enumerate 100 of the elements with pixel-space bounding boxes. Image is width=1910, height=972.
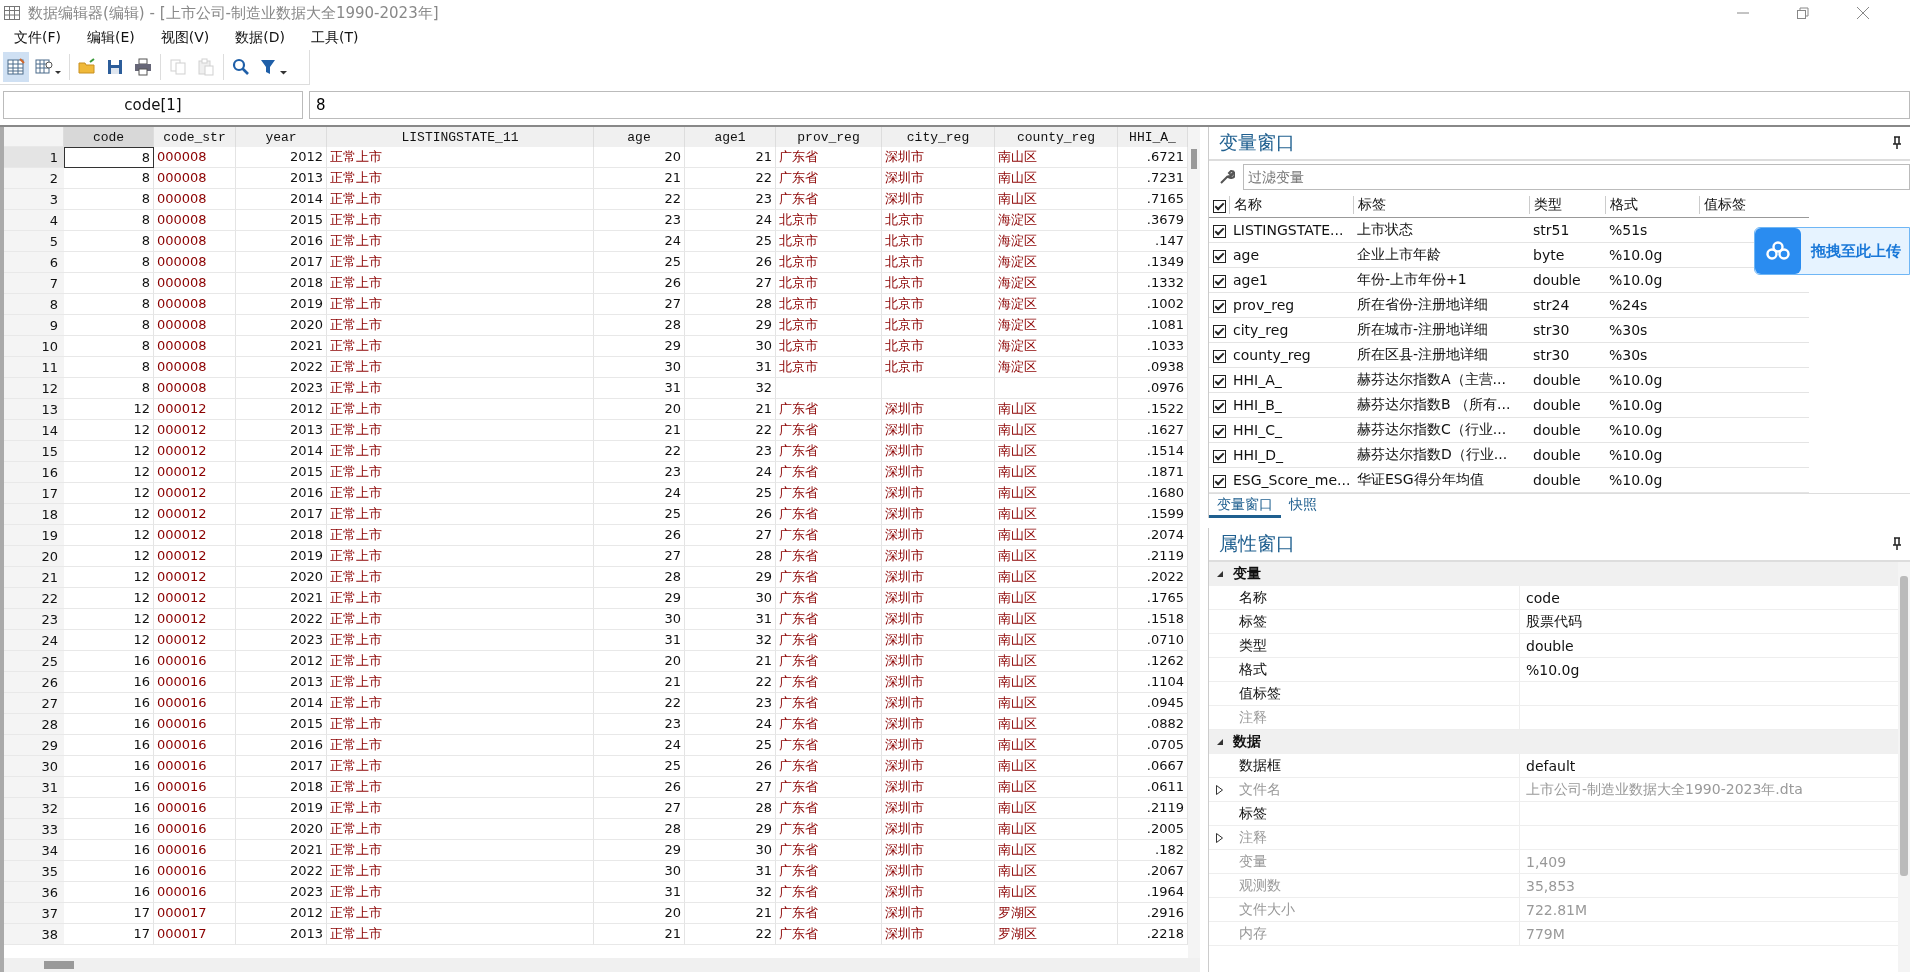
variable-checkbox[interactable] (1213, 374, 1226, 388)
property-row[interactable]: 标签 股票代码 (1209, 610, 1898, 634)
table-cell: 南山区 (995, 567, 1118, 588)
variable-checkbox[interactable] (1213, 399, 1226, 413)
pin-icon[interactable] (1892, 136, 1902, 150)
horizontal-scrollbar[interactable] (4, 958, 1200, 972)
variable-name[interactable]: prov_reg (1229, 297, 1353, 313)
pin-icon[interactable] (1892, 537, 1902, 551)
table-cell: 000017 (154, 924, 236, 945)
property-row[interactable]: 数据框 default (1209, 754, 1898, 778)
column-header[interactable]: LISTINGSTATE_11 (327, 127, 594, 147)
variable-name-field[interactable]: code[1] (3, 91, 303, 119)
variable-checkbox[interactable] (1213, 424, 1226, 438)
filter-field[interactable]: 过滤变量 (1243, 164, 1910, 190)
variable-checkbox[interactable] (1213, 249, 1226, 263)
column-header[interactable]: HHI_A_ (1118, 127, 1188, 147)
row-number: 15 (4, 441, 64, 462)
grid-edit-button[interactable] (3, 52, 29, 82)
expand-toggle-icon[interactable] (1215, 737, 1225, 747)
table-cell: 广东省 (776, 714, 882, 735)
upload-overlay[interactable]: 拖拽至此上传 (1754, 227, 1910, 275)
table-cell: 深圳市 (882, 441, 995, 462)
variable-checkbox[interactable] (1213, 474, 1226, 488)
expand-toggle-icon[interactable] (1215, 569, 1225, 579)
table-cell: 正常上市 (327, 714, 594, 735)
variable-name[interactable]: HHI_C_ (1229, 422, 1353, 438)
table-cell: 000008 (154, 315, 236, 336)
menu-item[interactable]: 数据(D) (235, 29, 285, 47)
variable-type: double (1532, 372, 1582, 388)
property-row[interactable]: 标签 (1209, 802, 1898, 826)
variable-label: 年份-上市年份+1 (1356, 271, 1468, 289)
table-cell: 000016 (154, 882, 236, 903)
close-icon[interactable] (1856, 6, 1870, 20)
table-cell: 广东省 (776, 546, 882, 567)
variable-checkbox[interactable] (1213, 349, 1226, 363)
column-header[interactable]: 格式 (1605, 196, 1699, 214)
table-cell: 12 (64, 567, 154, 588)
vertical-scrollbar[interactable] (1898, 562, 1910, 972)
column-header[interactable]: 标签 (1353, 196, 1529, 214)
column-header[interactable]: county_reg (995, 127, 1118, 147)
table-cell: 正常上市 (327, 273, 594, 294)
column-header[interactable]: code (64, 127, 154, 147)
menu-item[interactable]: 工具(T) (311, 29, 359, 47)
variable-name[interactable]: county_reg (1229, 347, 1353, 363)
cell-value-field[interactable]: 8 (309, 91, 1910, 119)
variable-name[interactable]: HHI_B_ (1229, 397, 1353, 413)
table-cell: 31 (594, 378, 685, 399)
select-all-checkbox[interactable] (1213, 199, 1226, 213)
panel-tab[interactable]: 变量窗口 (1209, 494, 1281, 518)
variable-name[interactable]: ESG_Score_me... (1229, 472, 1353, 488)
variable-checkbox[interactable] (1213, 299, 1226, 313)
table-cell: 21 (685, 903, 776, 924)
variable-name[interactable]: LISTINGSTATE... (1229, 222, 1353, 238)
property-value: %10.0g (1526, 661, 1580, 678)
property-row[interactable]: 类型 double (1209, 634, 1898, 658)
variable-name[interactable]: HHI_D_ (1229, 447, 1353, 463)
column-header[interactable]: city_reg (882, 127, 995, 147)
table-cell: 南山区 (995, 651, 1118, 672)
variable-name[interactable]: age1 (1229, 272, 1353, 288)
column-header[interactable]: age (594, 127, 685, 147)
column-header[interactable]: 类型 (1529, 196, 1605, 214)
variable-name[interactable]: HHI_A_ (1229, 372, 1353, 388)
table-cell: 正常上市 (327, 399, 594, 420)
variable-name[interactable]: age (1229, 247, 1353, 263)
table-cell: 南山区 (995, 168, 1118, 189)
variable-checkbox[interactable] (1213, 324, 1226, 338)
column-header[interactable]: age1 (685, 127, 776, 147)
column-header[interactable]: 值标签 (1699, 196, 1809, 214)
variable-name[interactable]: city_reg (1229, 322, 1353, 338)
panel-tab[interactable]: 快照 (1281, 494, 1325, 518)
variable-label: 赫芬达尔指数C（行业... (1356, 421, 1508, 439)
variable-type: double (1532, 397, 1582, 413)
table-cell: 深圳市 (882, 756, 995, 777)
table-cell: 31 (594, 882, 685, 903)
table-cell: 17 (64, 903, 154, 924)
menu-item[interactable]: 编辑(E) (87, 29, 135, 47)
table-cell: 正常上市 (327, 777, 594, 798)
variable-type: double (1532, 447, 1582, 463)
column-header[interactable]: year (236, 127, 327, 147)
table-cell: 12 (64, 504, 154, 525)
table-cell: 16 (64, 735, 154, 756)
property-row[interactable]: 值标签 (1209, 682, 1898, 706)
table-cell: 南山区 (995, 756, 1118, 777)
property-row[interactable]: 名称 code (1209, 586, 1898, 610)
variable-checkbox[interactable] (1213, 274, 1226, 288)
column-header[interactable]: prov_reg (776, 127, 882, 147)
vertical-scrollbar[interactable] (1188, 127, 1200, 958)
menu-item[interactable]: 文件(F) (14, 29, 61, 47)
property-name: 格式 (1239, 660, 1267, 679)
column-header[interactable]: code_str (154, 127, 236, 147)
menu-item[interactable]: 视图(V) (160, 29, 210, 47)
property-row[interactable]: 格式 %10.0g (1209, 658, 1898, 682)
variable-checkbox[interactable] (1213, 224, 1226, 238)
variable-label: 所在省份-注册地详细 (1356, 296, 1490, 314)
table-cell: 2018 (236, 777, 327, 798)
restore-icon[interactable] (1796, 6, 1810, 20)
table-cell: 正常上市 (327, 231, 594, 252)
column-header[interactable]: 名称 (1229, 196, 1353, 214)
table-cell: 27 (594, 546, 685, 567)
variable-checkbox[interactable] (1213, 449, 1226, 463)
